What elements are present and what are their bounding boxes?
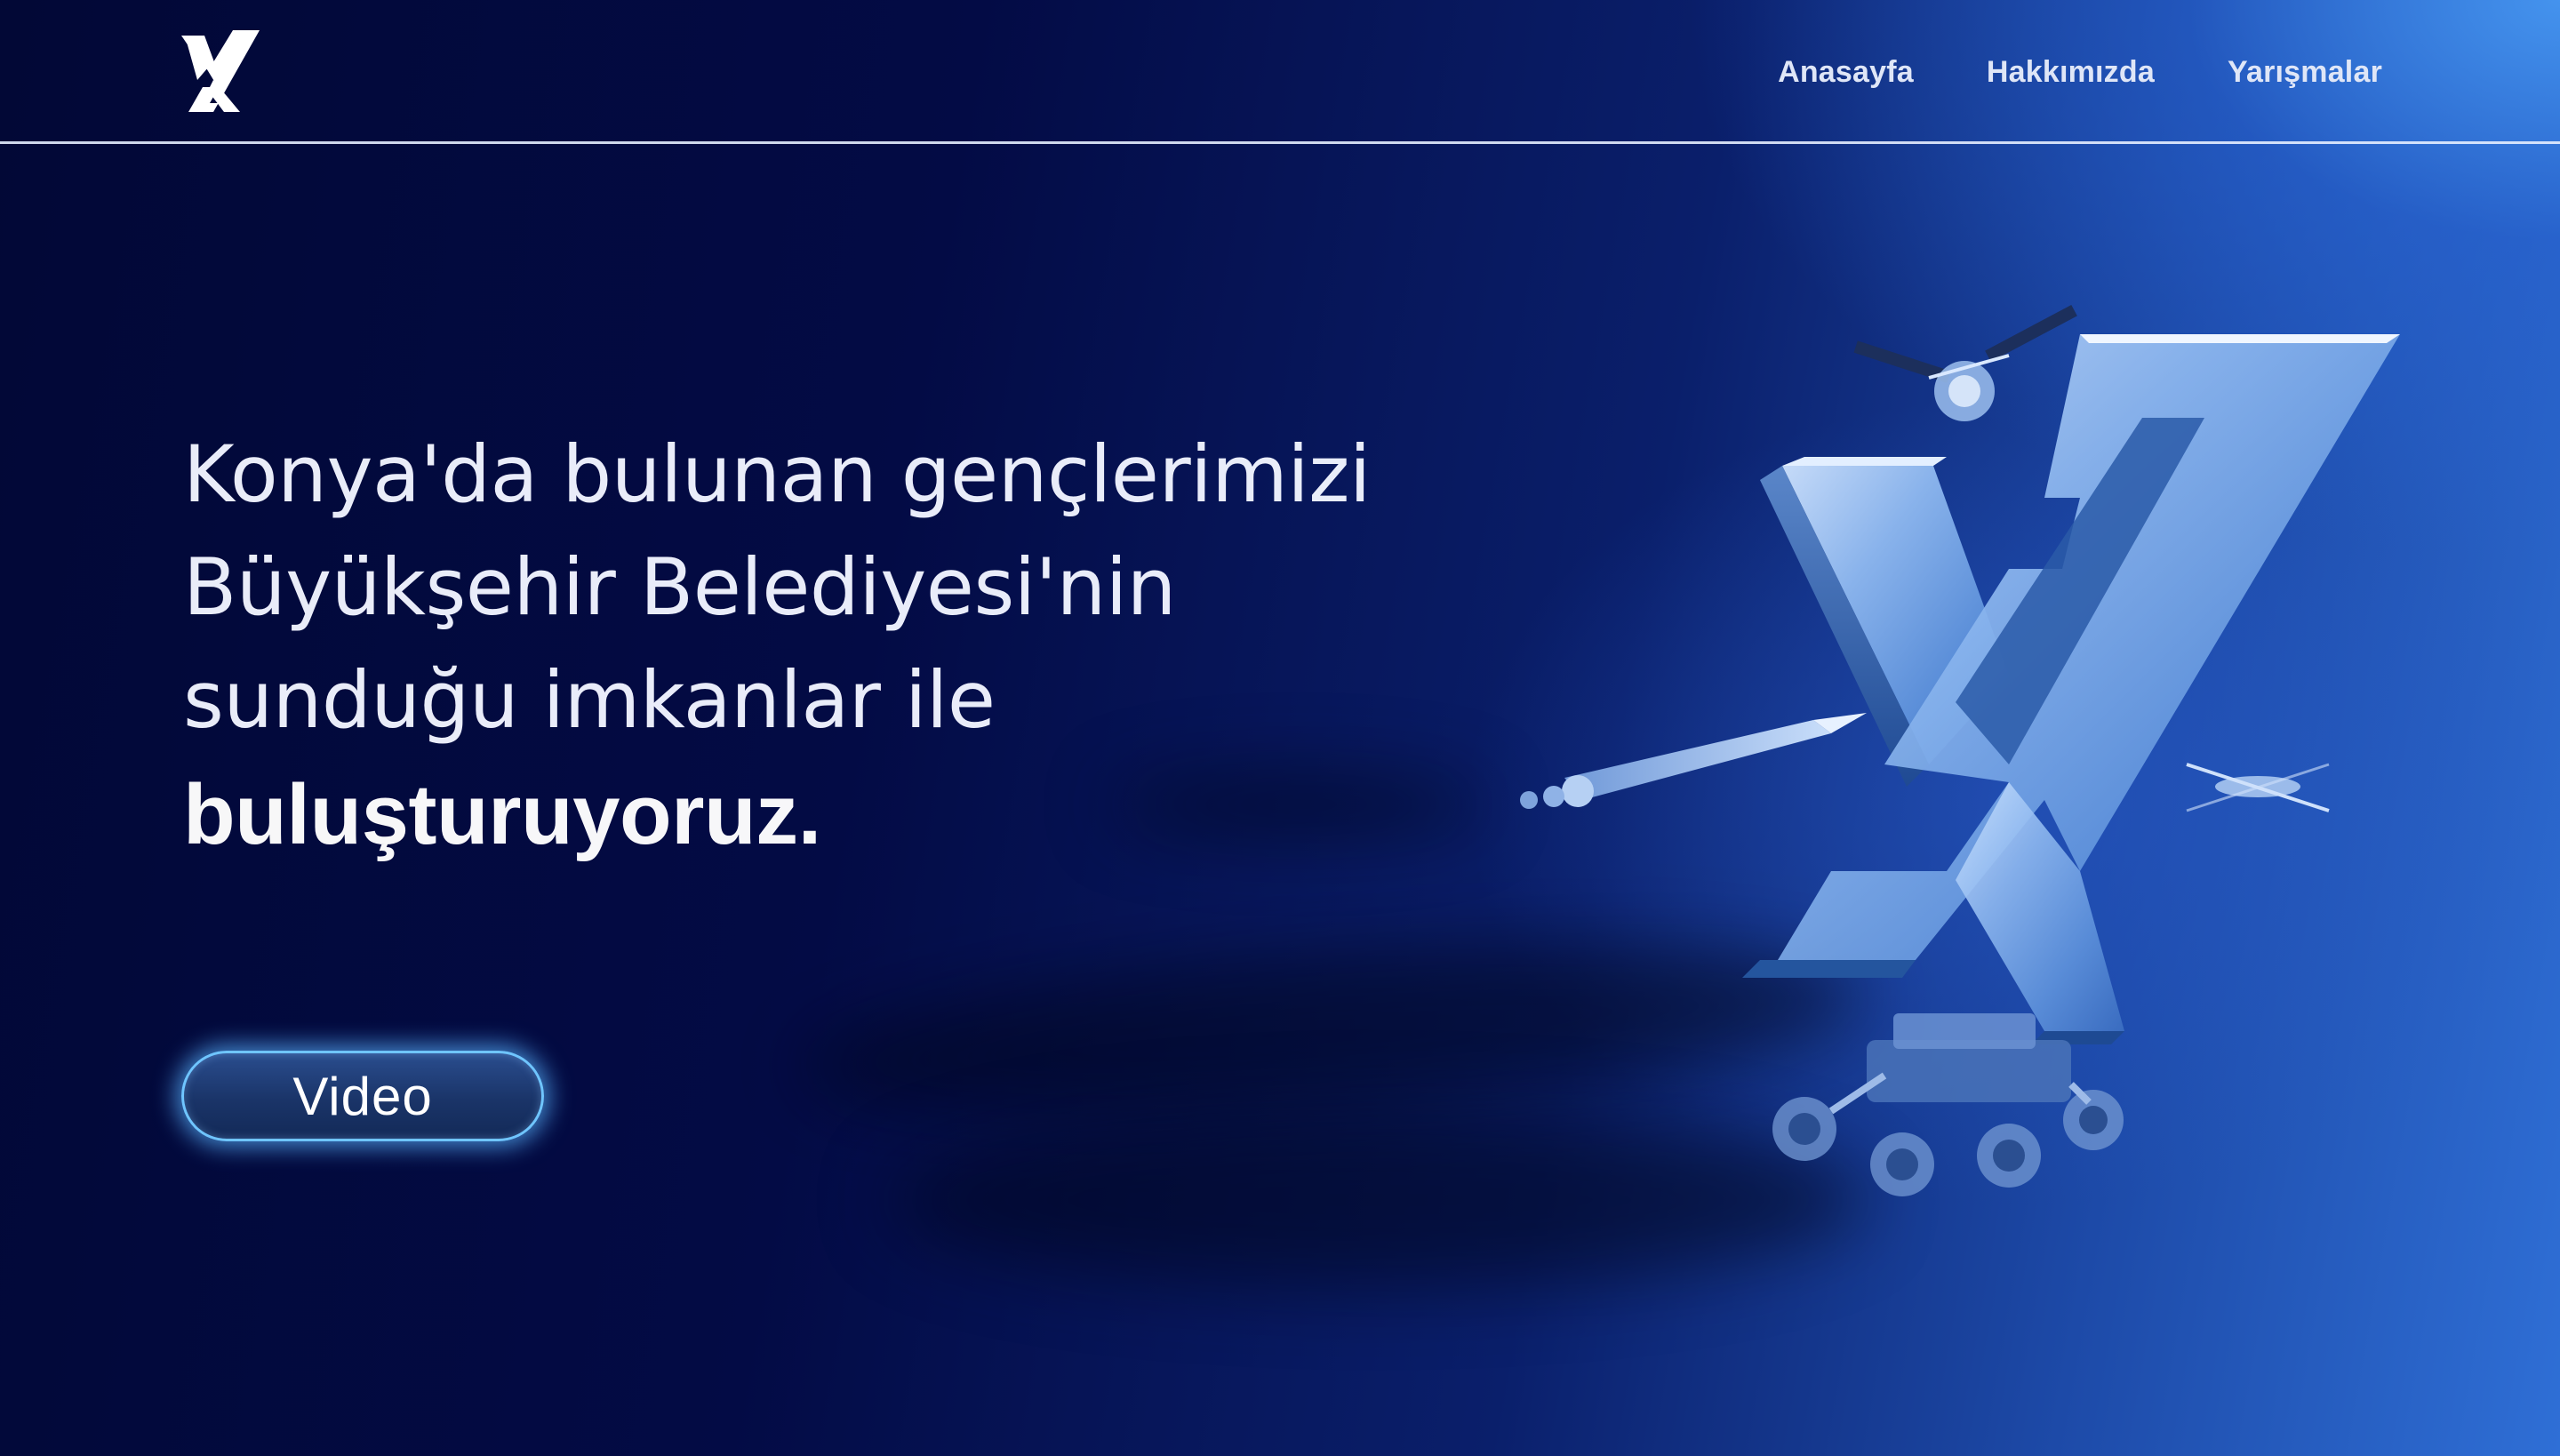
- hero-line-3: sunduğu imkanlar ile: [183, 654, 996, 746]
- hero-text: Konya'da bulunan gençlerimizi Büyükşehir…: [183, 418, 1516, 871]
- hero-headline-bold: buluşturuyoruz.: [183, 767, 821, 862]
- satellite-icon: [1853, 304, 2077, 421]
- x-logo-icon[interactable]: [178, 27, 263, 116]
- hero-line-2: Büyükşehir Belediyesi'nin: [183, 541, 1176, 633]
- hero-line-1: Konya'da bulunan gençlerimizi: [183, 428, 1371, 520]
- header-divider: [0, 141, 2560, 144]
- rocket-icon: [1520, 713, 1867, 809]
- drone-icon: [2186, 763, 2330, 812]
- site-header: Anasayfa Hakkımızda Yarışmalar: [0, 0, 2560, 144]
- nav-link-hakkimizda[interactable]: Hakkımızda: [1987, 55, 2155, 90]
- nav-link-yarismalar[interactable]: Yarışmalar: [2228, 55, 2382, 90]
- video-button[interactable]: Video: [181, 1051, 544, 1141]
- main-nav: Anasayfa Hakkımızda Yarışmalar: [1778, 55, 2382, 90]
- glass-x-emblem-icon: [1520, 304, 2400, 1196]
- nav-link-anasayfa[interactable]: Anasayfa: [1778, 55, 1914, 90]
